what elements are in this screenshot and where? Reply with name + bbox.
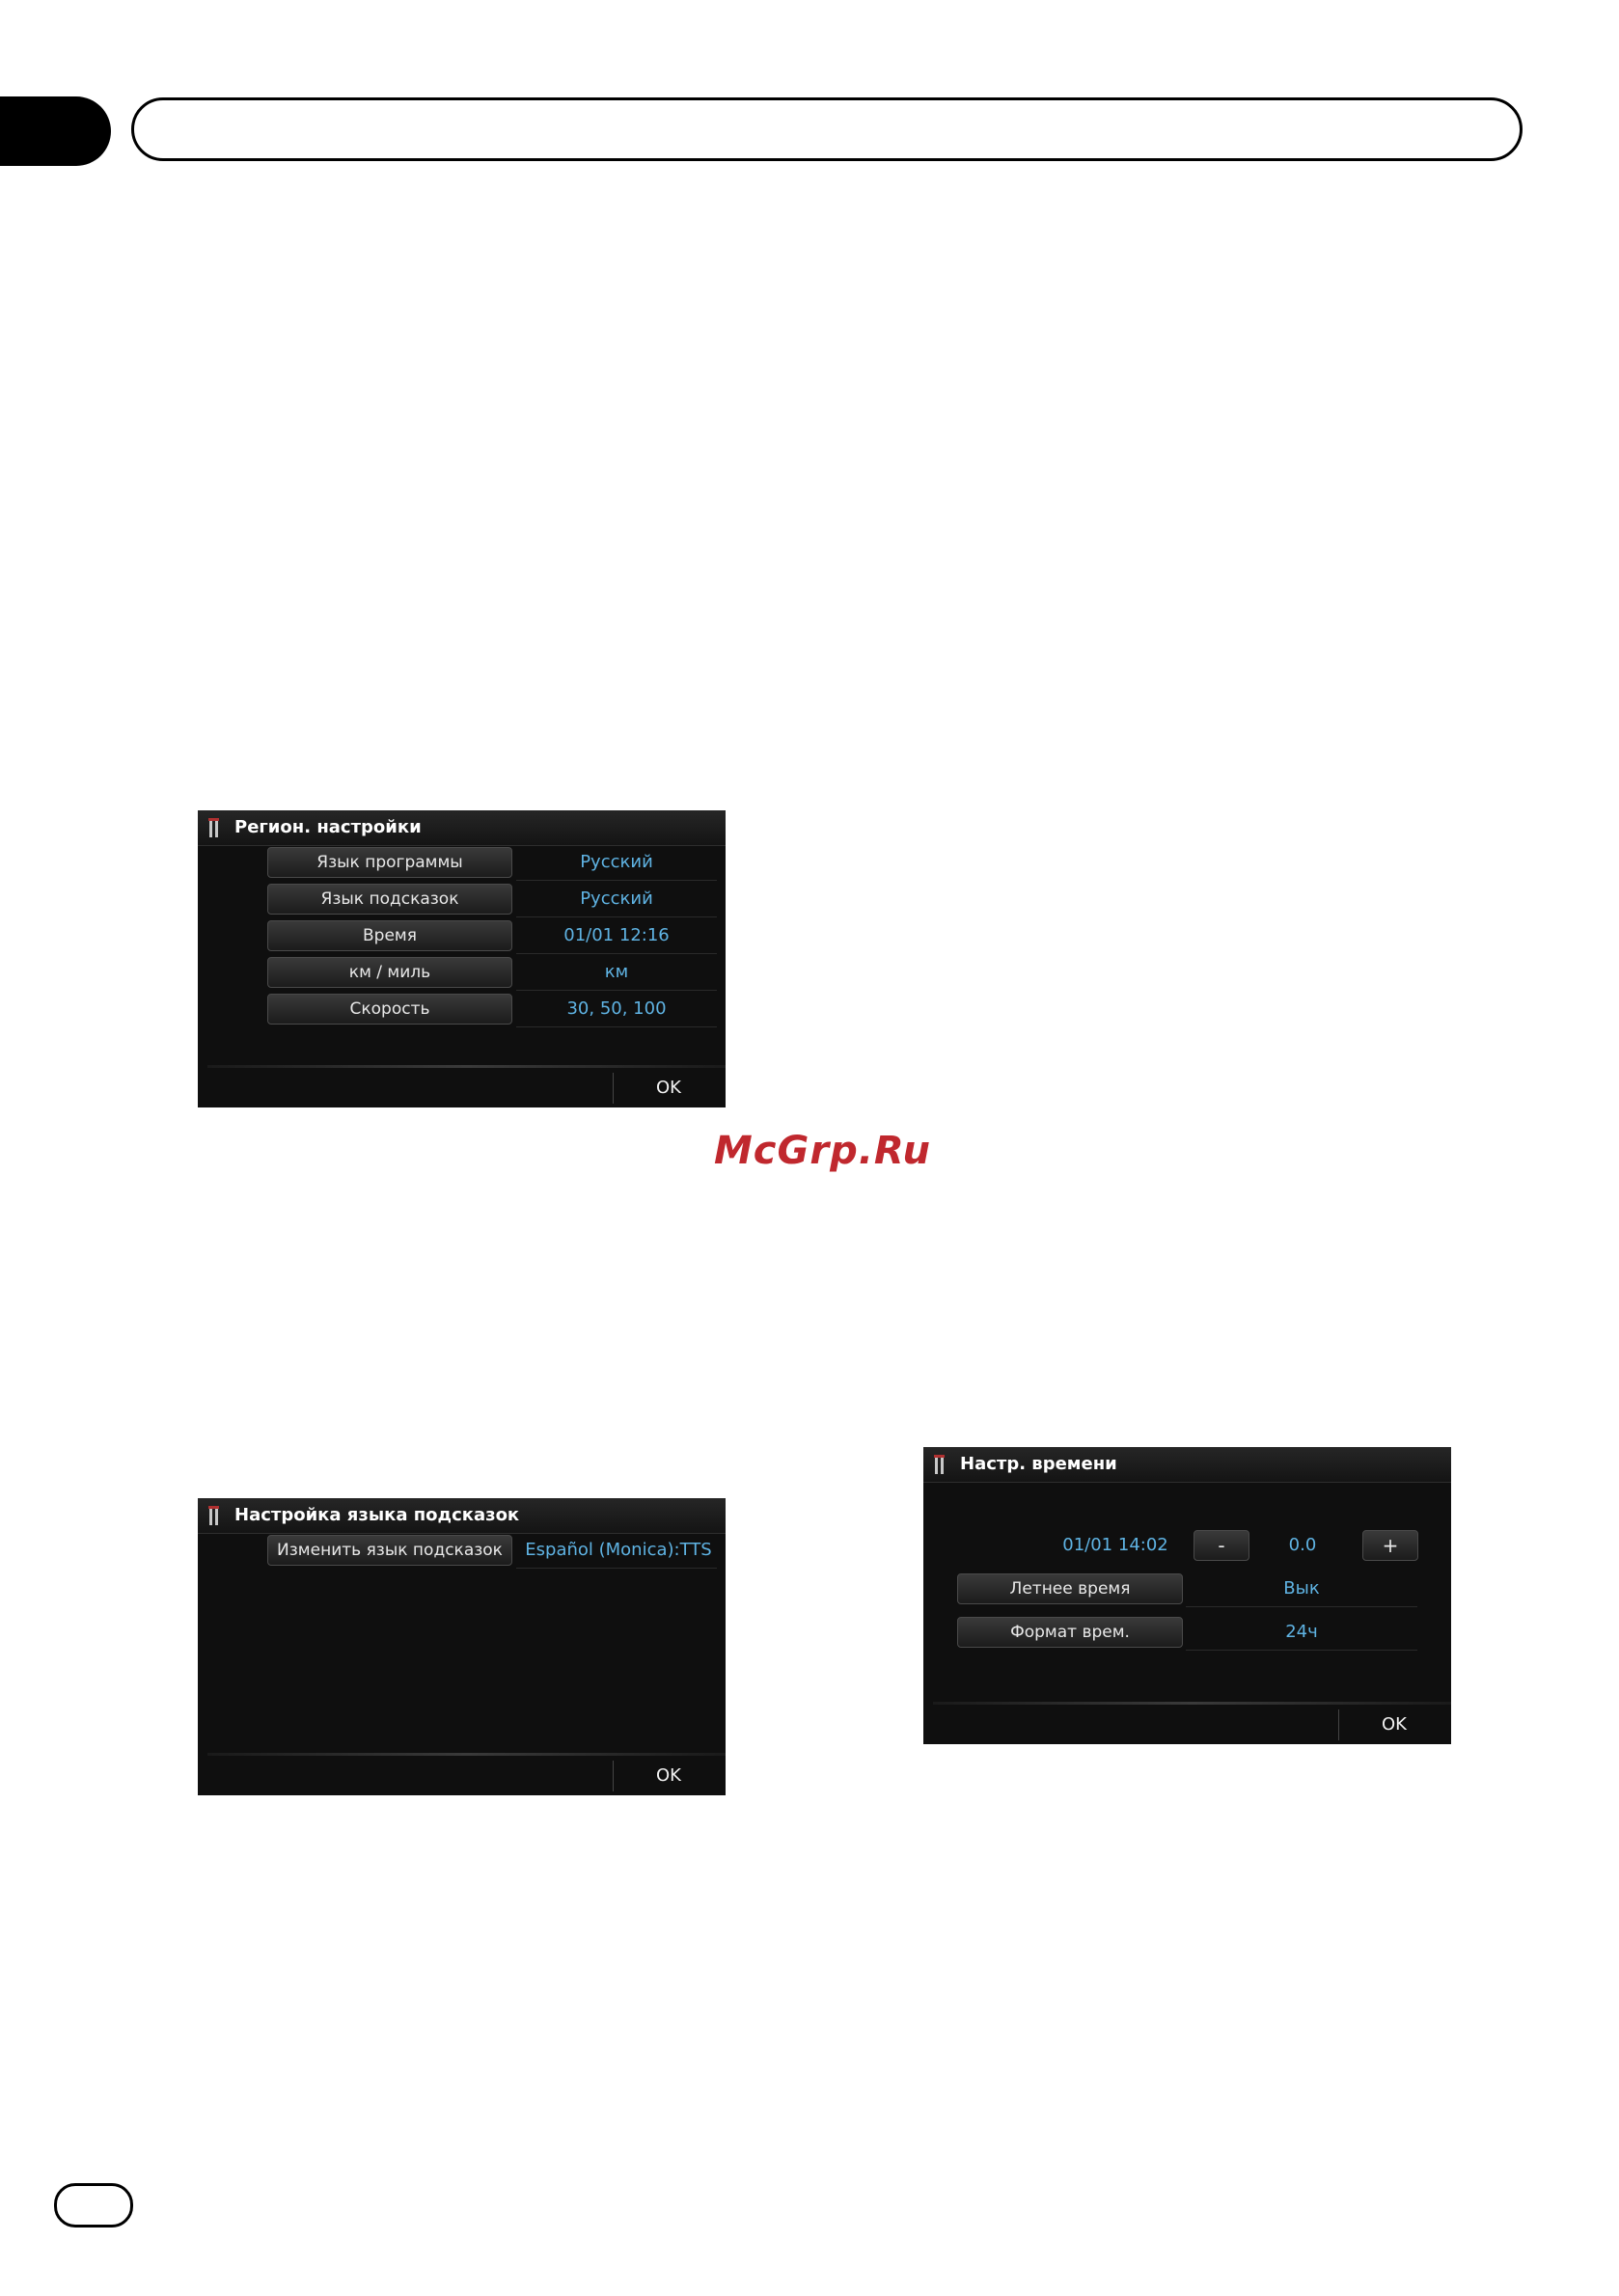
row-divider xyxy=(1186,1650,1417,1651)
screen-title: Регион. настройки xyxy=(234,817,422,837)
ok-separator xyxy=(613,1073,614,1104)
row-divider xyxy=(516,953,717,954)
bottom-divider xyxy=(207,1065,726,1068)
title-bar: Регион. настройки xyxy=(198,810,726,846)
settings-tool-icon xyxy=(208,818,219,837)
settings-tool-icon xyxy=(934,1455,945,1474)
units-button[interactable]: км / миль xyxy=(267,957,512,988)
time-value: 01/01 12:16 xyxy=(563,925,670,945)
title-bar: Настройка языка подсказок xyxy=(198,1498,726,1534)
chapter-tab xyxy=(0,96,111,166)
voice-language-value: Русский xyxy=(580,888,653,909)
ok-separator xyxy=(613,1761,614,1791)
row-divider xyxy=(516,1026,717,1027)
time-settings-screen: Настр. времени 01/01 14:02 - 0.0 + Летне… xyxy=(923,1447,1451,1744)
daylight-saving-value: Вык xyxy=(1283,1578,1320,1599)
voice-language-button[interactable]: Язык подсказок xyxy=(267,884,512,915)
program-language-value: Русский xyxy=(580,852,653,872)
time-increase-button[interactable]: + xyxy=(1362,1530,1418,1561)
speed-value: 30, 50, 100 xyxy=(566,998,667,1019)
row-divider xyxy=(516,1568,717,1569)
regional-settings-screen: Регион. настройки Язык программы Русский… xyxy=(198,810,726,1107)
program-language-button[interactable]: Язык программы xyxy=(267,847,512,878)
row-divider xyxy=(1186,1606,1417,1607)
units-value: км xyxy=(604,962,629,982)
bottom-divider xyxy=(933,1702,1451,1705)
screen-title: Настройка языка подсказок xyxy=(234,1505,520,1525)
time-offset-value: 0.0 xyxy=(1288,1535,1317,1555)
voice-language-screen: Настройка языка подсказок Изменить язык … xyxy=(198,1498,726,1795)
daylight-saving-button[interactable]: Летнее время xyxy=(957,1573,1183,1604)
time-format-value: 24ч xyxy=(1285,1622,1318,1642)
page-number-pill xyxy=(54,2183,133,2228)
row-divider xyxy=(516,990,717,991)
ok-separator xyxy=(1338,1709,1339,1740)
change-voice-language-button[interactable]: Изменить язык подсказок xyxy=(267,1535,512,1566)
ok-button[interactable]: OK xyxy=(635,1073,702,1104)
row-divider xyxy=(516,880,717,881)
time-decrease-button[interactable]: - xyxy=(1194,1530,1249,1561)
screen-title: Настр. времени xyxy=(960,1454,1117,1474)
time-format-button[interactable]: Формат врем. xyxy=(957,1617,1183,1648)
speed-button[interactable]: Скорость xyxy=(267,994,512,1025)
voice-language-value: Español (Monica):TTS xyxy=(525,1540,712,1560)
ok-button[interactable]: OK xyxy=(635,1761,702,1791)
watermark: McGrp.Ru xyxy=(714,1129,931,1173)
bottom-divider xyxy=(207,1753,726,1756)
ok-button[interactable]: OK xyxy=(1360,1709,1428,1740)
settings-tool-icon xyxy=(208,1506,219,1525)
header-bar xyxy=(131,97,1523,161)
time-button[interactable]: Время xyxy=(267,920,512,951)
row-divider xyxy=(516,916,717,917)
title-bar: Настр. времени xyxy=(923,1447,1451,1483)
